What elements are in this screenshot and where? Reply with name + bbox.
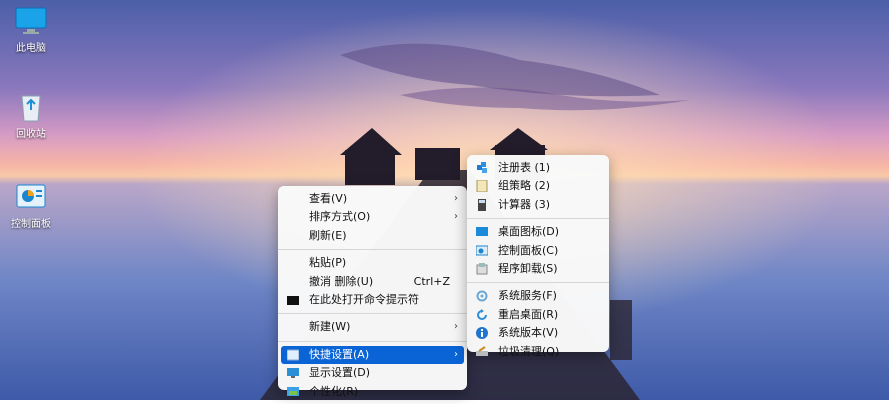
info-icon [476, 327, 488, 340]
menu-item-label: 组策略 (2) [498, 179, 551, 193]
menu-item-label: 显示设置(D) [309, 366, 371, 380]
menu-item-label: 垃圾清理(Q) [498, 344, 560, 358]
menu-item-label: 排序方式(O) [309, 210, 371, 224]
computer-icon [13, 6, 49, 36]
registry-icon [476, 162, 488, 174]
menu-item-sort[interactable]: 排序方式(O) › [281, 208, 464, 226]
menu-item-undo-delete[interactable]: 撤消 删除(U) Ctrl+Z [281, 273, 464, 291]
desktop-icon-control-panel[interactable]: 控制面板 [3, 182, 59, 230]
submenu-item-services[interactable]: 系统服务(F) [470, 287, 606, 305]
menu-item-refresh[interactable]: 刷新(E) [281, 227, 464, 245]
chevron-right-icon: › [454, 211, 458, 223]
menu-item-personalize[interactable]: 个性化(R) [281, 383, 464, 401]
menu-item-display-settings[interactable]: 显示设置(D) [281, 364, 464, 382]
disk-cleanup-icon [476, 345, 488, 358]
menu-separator [278, 313, 467, 315]
menu-item-open-cmd[interactable]: 在此处打开命令提示符 [281, 291, 464, 309]
menu-item-label: 计算器 (3) [498, 197, 551, 211]
menu-item-label: 桌面图标(D) [498, 225, 560, 239]
desktop-context-menu: 查看(V) › 排序方式(O) › 刷新(E) 粘贴(P) 撤消 删除(U) C… [278, 186, 467, 398]
submenu-item-system-version[interactable]: 系统版本(V) [470, 324, 606, 342]
menu-item-paste[interactable]: 粘贴(P) [281, 254, 464, 272]
submenu-item-cleanup[interactable]: 垃圾清理(Q) [470, 343, 606, 361]
chevron-right-icon: › [454, 193, 458, 204]
quick-settings-icon [286, 349, 300, 361]
submenu-item-uninstall[interactable]: 程序卸载(S) [470, 260, 606, 278]
services-icon [476, 290, 488, 302]
submenu-item-calculator[interactable]: 计算器 (3) [470, 196, 606, 214]
menu-item-label: 在此处打开命令提示符 [309, 292, 419, 306]
chevron-right-icon: › [454, 321, 458, 333]
menu-item-label: 粘贴(P) [309, 256, 347, 270]
desktop-icon-computer[interactable]: 此电脑 [3, 6, 59, 54]
group-policy-icon [476, 179, 488, 193]
menu-separator [467, 218, 609, 220]
restart-icon [476, 308, 488, 321]
control-panel-icon [475, 245, 489, 257]
submenu-item-registry[interactable]: 注册表 (1) [470, 159, 606, 177]
menu-item-label: 快捷设置(A) [309, 347, 370, 361]
display-settings-icon [287, 367, 299, 379]
menu-item-label: 注册表 (1) [498, 161, 551, 174]
menu-item-quick-settings[interactable]: 快捷设置(A) › [281, 345, 464, 365]
submenu-item-restart-desktop[interactable]: 重启桌面(R) [470, 306, 606, 324]
quick-settings-submenu: 注册表 (1) 组策略 (2) 计算器 (3) 桌面图标(D) 控制面板(C) … [467, 155, 609, 358]
personalize-icon [287, 386, 299, 398]
menu-item-label: 刷新(E) [309, 228, 347, 242]
control-panel-icon [13, 182, 49, 212]
menu-item-label: 程序卸载(S) [498, 261, 558, 275]
menu-item-label: 系统服务(F) [498, 289, 557, 303]
chevron-right-icon: › [454, 348, 458, 360]
menu-separator [278, 249, 467, 251]
menu-separator [278, 340, 467, 342]
menu-item-label: 撤消 删除(U) [309, 274, 374, 288]
desktop-icon-recycle-bin[interactable]: 回收站 [3, 92, 59, 140]
shortcut-label: Ctrl+Z [413, 274, 450, 288]
menu-item-label: 系统版本(V) [498, 326, 559, 340]
menu-item-label: 新建(W) [309, 320, 351, 334]
recycle-bin-icon [13, 92, 49, 122]
menu-item-label: 重启桌面(R) [498, 307, 559, 321]
menu-item-label: 控制面板(C) [498, 243, 559, 257]
desktop-icon-label: 控制面板 [11, 219, 51, 230]
desktop-icon-label: 回收站 [16, 129, 46, 140]
uninstall-icon [476, 262, 488, 275]
desktop-icons-icon [476, 226, 488, 238]
desktop-icon-label: 此电脑 [16, 43, 46, 54]
menu-item-label: 个性化(R) [309, 384, 359, 398]
menu-item-view[interactable]: 查看(V) › [281, 190, 464, 208]
calculator-icon [476, 198, 488, 211]
submenu-item-control-panel[interactable]: 控制面板(C) [470, 242, 606, 260]
menu-item-new[interactable]: 新建(W) › [281, 318, 464, 336]
command-prompt-icon [287, 294, 299, 306]
menu-item-label: 查看(V) [309, 192, 348, 205]
menu-separator [467, 282, 609, 284]
submenu-item-group-policy[interactable]: 组策略 (2) [470, 177, 606, 195]
submenu-item-desktop-icons[interactable]: 桌面图标(D) [470, 223, 606, 241]
